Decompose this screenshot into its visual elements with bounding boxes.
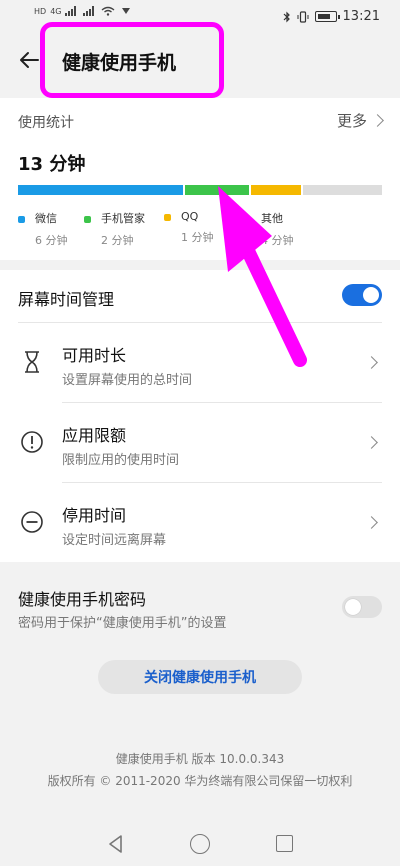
stats-label: 使用统计 — [18, 115, 74, 131]
legend-dot — [244, 215, 251, 223]
legend-app-name: 手机管家 — [101, 212, 145, 225]
chevron-right-icon — [365, 436, 378, 449]
row-subtitle: 限制应用的使用时间 — [62, 453, 180, 468]
nav-home-icon[interactable] — [190, 834, 210, 854]
legend-item: 其他 4 分钟 — [244, 210, 294, 248]
navigation-bar — [0, 830, 400, 860]
legend-app-time: 2 分钟 — [101, 234, 134, 247]
hd-tag: HD — [34, 6, 47, 16]
hourglass-icon — [25, 351, 39, 373]
divider — [18, 322, 382, 323]
more-label: 更多 — [336, 112, 367, 130]
legend-item: 微信 6 分钟 — [18, 210, 68, 248]
usage-bar — [18, 185, 382, 195]
copyright-text: 版权所有 © 2011-2020 华为终端有限公司保留一切权利 — [47, 774, 353, 788]
legend-dot — [18, 215, 25, 223]
legend-app-name: QQ — [181, 210, 199, 223]
exclamation-circle-icon — [21, 431, 43, 453]
password-title: 健康使用手机密码 — [18, 590, 147, 609]
screen-time-card: 屏幕时间管理 可用时长 设置屏幕使用的总时间 应用限额 限制应用的使用时间 停用… — [0, 270, 400, 562]
row-subtitle: 设置屏幕使用的总时间 — [62, 373, 193, 388]
usage-bar-segment — [251, 185, 301, 195]
usage-bar-segment — [303, 185, 382, 195]
bluetooth-icon — [283, 11, 290, 22]
usage-bar-segment — [18, 185, 183, 195]
password-subtitle: 密码用于保护“健康使用手机”的设置 — [18, 616, 227, 631]
status-right: 13:21 — [283, 9, 380, 24]
signal-icon — [65, 6, 77, 16]
minus-circle-icon — [21, 511, 43, 533]
status-left: HD 4G — [34, 6, 133, 16]
password-toggle[interactable] — [342, 596, 382, 618]
network-tag: 4G — [50, 6, 62, 16]
back-arrow-icon[interactable] — [18, 48, 42, 72]
divider — [62, 482, 382, 483]
divider — [62, 402, 382, 403]
password-section: 健康使用手机密码 密码用于保护“健康使用手机”的设置 关闭健康使用手机 — [0, 572, 400, 722]
legend-dot — [84, 215, 91, 223]
legend-app-name: 微信 — [35, 212, 57, 225]
legend-app-name: 其他 — [261, 212, 283, 225]
legend-app-time: 4 分钟 — [261, 234, 294, 247]
row-title: 可用时长 — [62, 346, 127, 365]
total-usage-time: 13 分钟 — [18, 154, 86, 175]
row-title: 停用时间 — [62, 506, 127, 525]
row-title: 应用限额 — [62, 426, 127, 445]
battery-icon — [314, 11, 340, 22]
legend-item: QQ 1 分钟 — [164, 210, 214, 245]
screen-time-toggle[interactable] — [342, 284, 382, 306]
legend-app-time: 6 分钟 — [35, 234, 68, 247]
wifi-icon — [102, 6, 115, 16]
chevron-right-icon — [371, 114, 384, 127]
legend-app-time: 1 分钟 — [181, 231, 214, 244]
vibrate-icon — [297, 10, 309, 23]
legend-item: 手机管家 2 分钟 — [84, 210, 145, 248]
usage-bar-segment — [185, 185, 249, 195]
chevron-right-icon — [365, 516, 378, 529]
nav-recent-icon[interactable] — [276, 835, 293, 852]
chevron-right-icon — [365, 356, 378, 369]
signal-icon-2 — [83, 6, 95, 16]
usage-stats-card[interactable]: 使用统计 更多 13 分钟 微信 6 分钟 手机管家 2 分钟 QQ 1 分钟 其他 4 分钟 — [0, 98, 400, 260]
screen-time-title: 屏幕时间管理 — [18, 290, 115, 309]
more-link[interactable]: 更多 — [336, 110, 384, 131]
nav-back-icon[interactable] — [106, 834, 126, 854]
legend-dot — [164, 213, 171, 221]
version-text: 健康使用手机 版本 10.0.0.343 — [115, 752, 285, 766]
download-icon — [122, 8, 131, 14]
row-subtitle: 设定时间远离屏幕 — [62, 533, 167, 548]
close-healthy-use-button[interactable]: 关闭健康使用手机 — [98, 660, 302, 694]
annotation-highlight-box — [40, 22, 224, 98]
status-time: 13:21 — [342, 9, 380, 24]
